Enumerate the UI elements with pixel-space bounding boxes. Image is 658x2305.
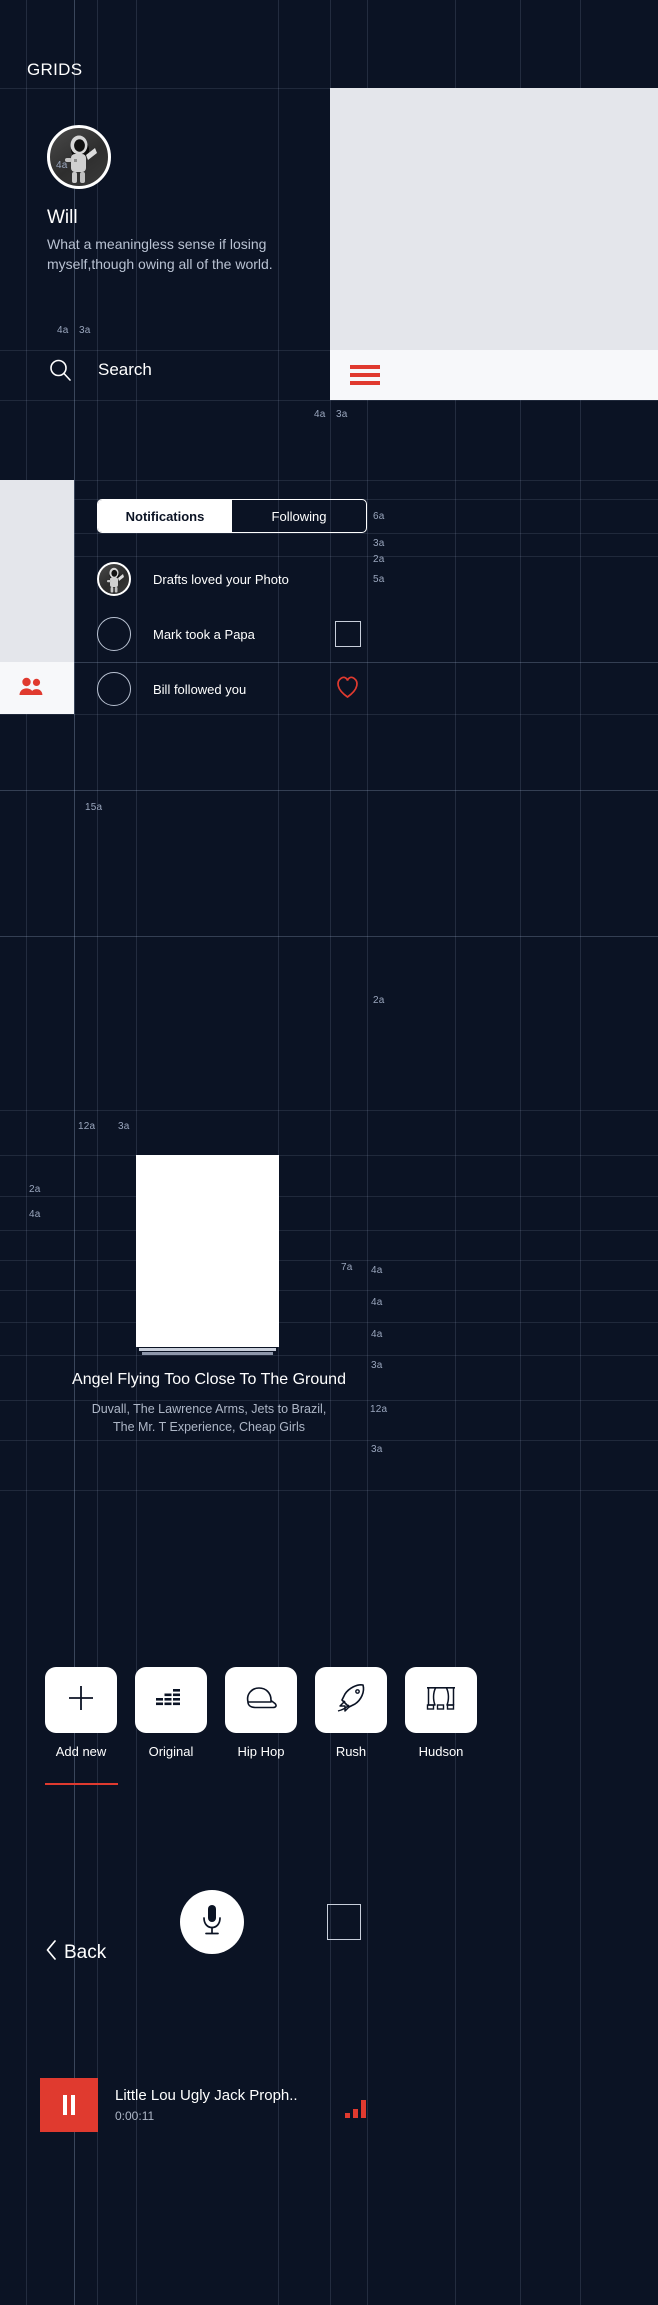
menu-panel[interactable] (330, 350, 658, 400)
notification-avatar (97, 562, 131, 596)
grid-measure-tag: 4a (314, 409, 326, 420)
grid-measure-tag: 3a (373, 538, 385, 549)
grid-measure-tag: 3a (79, 325, 91, 336)
list-item[interactable]: Drafts loved your Photo (97, 562, 367, 596)
grid-measure-tag: 2a (29, 1184, 41, 1195)
grid-measure-tag: 3a (336, 409, 348, 420)
grid-measure-tag: 7a (341, 1262, 353, 1273)
category-card[interactable] (405, 1667, 477, 1733)
grid-measure-tag: 3a (118, 1121, 130, 1132)
top-right-light-panel (330, 88, 658, 350)
category-rush[interactable]: Rush (315, 1667, 387, 1759)
category-card[interactable] (135, 1667, 207, 1733)
notification-avatar (97, 617, 131, 651)
segmented-control[interactable]: Notifications Following (97, 499, 367, 533)
curtain-icon (424, 1684, 458, 1717)
heart-icon[interactable] (334, 674, 361, 704)
app-canvas: GRIDS Will What a meaningless sense if l… (0, 0, 658, 2305)
grid-measure-tag: 4a (371, 1265, 383, 1276)
grid-measure-tag: 3a (371, 1360, 383, 1371)
tab-notifications[interactable]: Notifications (98, 500, 232, 532)
grid-measure-tag: 4a (371, 1297, 383, 1308)
list-item-label: Drafts loved your Photo (153, 571, 289, 587)
grid-measure-tag: 4a (371, 1329, 383, 1340)
category-label: Add new (55, 1744, 107, 1759)
back-button[interactable]: Back (46, 1940, 106, 1966)
grid-measure-tag: 3a (371, 1444, 383, 1455)
category-card[interactable] (45, 1667, 117, 1733)
category-hip-hop[interactable]: Hip Hop (225, 1667, 297, 1759)
microphone-button[interactable] (180, 1890, 244, 1954)
list-item[interactable]: Bill followed you (97, 672, 367, 706)
people-icon (18, 676, 44, 701)
list-item[interactable]: Mark took a Papa (97, 617, 367, 651)
category-label: Hip Hop (237, 1744, 285, 1759)
album-stack-shadow (142, 1352, 273, 1355)
player-meta: Little Lou Ugly Jack Proph.. 0:00:11 (115, 2087, 298, 2123)
equalizer-bars-icon (345, 2100, 366, 2118)
player-elapsed-time: 0:00:11 (115, 2109, 155, 2123)
square-outline-icon[interactable] (327, 1904, 361, 1940)
page-title: GRIDS (27, 60, 83, 79)
list-item-trailing[interactable] (335, 621, 361, 647)
category-original[interactable]: Original (135, 1667, 207, 1759)
grid-measure-tag: 2a (373, 554, 385, 565)
pause-button[interactable] (40, 2078, 98, 2132)
player-track-title: Little Lou Ugly Jack Proph.. (115, 2087, 298, 2104)
category-selected-indicator (45, 1783, 118, 1785)
grid-measure-tag: 6a (373, 511, 385, 522)
chevron-left-icon (46, 1940, 57, 1966)
square-outline-icon[interactable] (335, 621, 361, 647)
album-artists: Duvall, The Lawrence Arms, Jets to Brazi… (0, 1400, 658, 1436)
album-artists-line-1: Duvall, The Lawrence Arms, Jets to Brazi… (91, 1402, 327, 1416)
list-item-label: Mark took a Papa (153, 626, 255, 642)
search-bar[interactable]: Search (37, 345, 302, 395)
grid-measure-tag: 15a (85, 802, 103, 813)
category-card-row: Add new Original Hip Hop Rush Hudson (45, 1667, 477, 1759)
search-input[interactable]: Search (83, 360, 152, 380)
album-title: Angel Flying Too Close To The Ground (72, 1371, 346, 1388)
grid-measure-tag: 4a (57, 325, 69, 336)
back-label: Back (64, 1942, 107, 1963)
rocket-icon (334, 1681, 368, 1720)
list-item-label: Bill followed you (153, 681, 247, 697)
grid-measure-tag: 5a (373, 574, 385, 585)
category-card[interactable] (315, 1667, 387, 1733)
list-item-trailing[interactable] (334, 674, 361, 704)
album-artwork[interactable] (136, 1155, 279, 1347)
category-label: Hudson (418, 1744, 464, 1759)
category-label: Original (148, 1744, 194, 1759)
left-light-panel (0, 480, 74, 662)
hamburger-icon[interactable] (350, 365, 380, 385)
notification-avatar (97, 672, 131, 706)
album-artists-line-2: The Mr. T Experience, Cheap Girls (113, 1420, 305, 1434)
tab-following[interactable]: Following (232, 500, 366, 532)
mini-player: Little Lou Ugly Jack Proph.. 0:00:11 (40, 2078, 370, 2132)
profile-avatar[interactable] (47, 125, 111, 189)
people-tab-button[interactable] (0, 662, 74, 714)
album-stack-shadow (139, 1348, 276, 1351)
category-card[interactable] (225, 1667, 297, 1733)
grid-measure-tag: 4a (29, 1209, 41, 1220)
profile-name: Will (47, 207, 78, 228)
category-add-new[interactable]: Add new (45, 1667, 117, 1759)
microphone-icon (198, 1902, 226, 1943)
equalizer-icon (156, 1687, 186, 1714)
grid-measure-tag: 2a (373, 995, 385, 1006)
search-icon (37, 358, 83, 383)
grid-measure-tag: 12a (78, 1121, 96, 1132)
category-hudson[interactable]: Hudson (405, 1667, 477, 1759)
profile-bio: What a meaningless sense if losing mysel… (47, 236, 273, 272)
plus-icon (66, 1683, 96, 1718)
cap-icon (242, 1684, 280, 1717)
category-label: Rush (335, 1744, 367, 1759)
